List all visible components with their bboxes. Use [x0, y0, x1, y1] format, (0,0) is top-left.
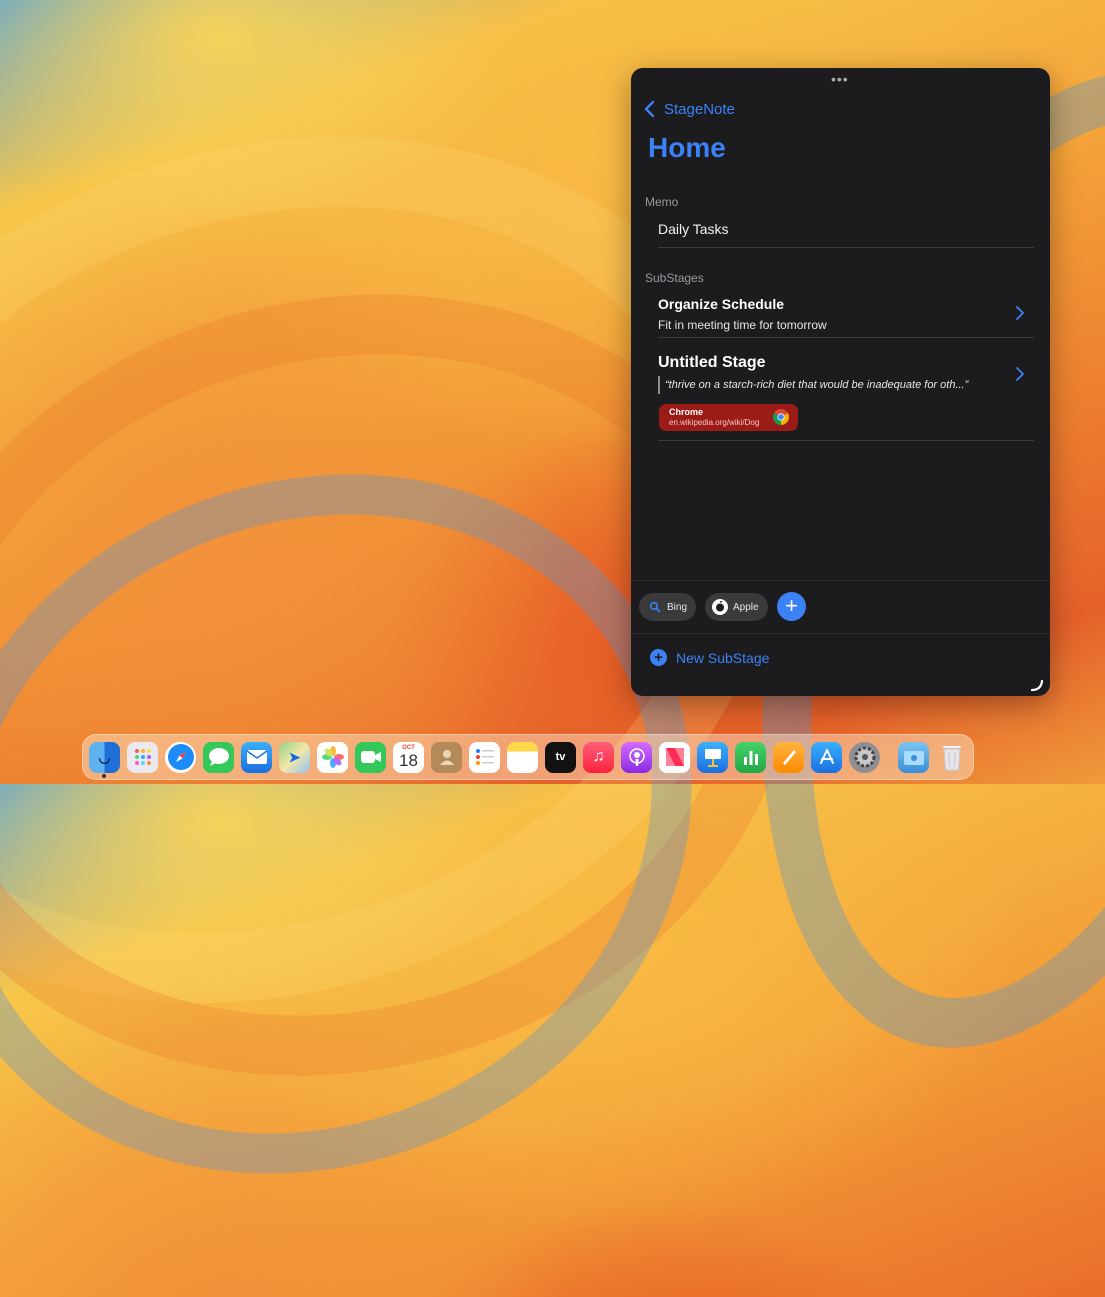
page-title: Home: [648, 132, 726, 163]
tv-icon[interactable]: tv: [545, 741, 576, 773]
chevron-right-icon: [1016, 367, 1024, 381]
memo-item[interactable]: Daily Tasks: [658, 221, 729, 237]
launchpad-icon[interactable]: [127, 741, 158, 773]
music-icon[interactable]: ♫: [583, 741, 614, 773]
substage-quote: “thrive on a starch-rich diet that would…: [658, 376, 968, 394]
divider: [658, 440, 1034, 441]
finder-icon[interactable]: ◡: [89, 741, 120, 778]
apple-icon: [712, 599, 728, 615]
notes-icon[interactable]: [507, 741, 538, 773]
downloads-folder-icon[interactable]: [898, 741, 929, 773]
add-bookmark-button[interactable]: +: [777, 592, 806, 621]
substage-title: Untitled Stage: [658, 354, 766, 371]
resize-handle-icon[interactable]: [1030, 678, 1044, 692]
new-substage-label: New SubStage: [676, 649, 770, 666]
calendar-day: 18: [399, 750, 418, 770]
memo-section-label: Memo: [645, 195, 679, 209]
contacts-icon[interactable]: [431, 741, 462, 773]
podcasts-icon[interactable]: [621, 741, 652, 773]
bookmark-label: Bing: [667, 601, 688, 613]
bookmark-apple[interactable]: Apple: [705, 593, 768, 621]
numbers-icon[interactable]: [735, 741, 766, 773]
mail-icon[interactable]: [241, 741, 272, 773]
news-icon[interactable]: [659, 741, 690, 773]
safari-icon[interactable]: [165, 741, 196, 773]
divider: [631, 633, 1050, 634]
search-icon: [649, 601, 661, 613]
divider: [631, 580, 1050, 581]
back-button[interactable]: StageNote: [641, 100, 735, 118]
plus-circle-icon: +: [650, 649, 667, 666]
trash-icon[interactable]: [936, 742, 967, 773]
photos-icon[interactable]: [317, 741, 348, 773]
substages-section-label: SubStages: [645, 271, 704, 285]
tv-label: tv: [555, 751, 566, 763]
maps-icon[interactable]: ➤: [279, 741, 310, 773]
running-indicator: [102, 773, 106, 778]
divider: [658, 247, 1034, 248]
substage-description: Fit in meeting time for tomorrow: [658, 318, 827, 332]
dock: ◡ ➤ OCT 18 tv ♫: [82, 734, 974, 780]
back-label: StageNote: [664, 100, 735, 118]
substage-title: Organize Schedule: [658, 296, 785, 312]
chevron-left-icon: [644, 100, 655, 118]
pages-icon[interactable]: [773, 741, 804, 773]
link-chip[interactable]: Chrome en.wikipedia.org/wiki/Dog: [659, 404, 798, 431]
multitasking-menu-icon[interactable]: •••: [831, 72, 849, 86]
chrome-icon: [773, 409, 789, 425]
divider: [658, 337, 1034, 338]
calendar-icon[interactable]: OCT 18: [393, 741, 424, 773]
messages-icon[interactable]: [203, 741, 234, 773]
new-substage-button[interactable]: + New SubStage: [650, 649, 769, 666]
link-url: en.wikipedia.org/wiki/Dog: [669, 418, 760, 427]
bookmark-bing[interactable]: Bing: [639, 593, 696, 621]
system-settings-icon[interactable]: [849, 741, 880, 773]
bookmark-label: Apple: [733, 601, 759, 613]
chevron-right-icon: [1016, 306, 1024, 320]
keynote-icon[interactable]: [697, 741, 728, 773]
link-app-name: Chrome: [669, 407, 704, 417]
facetime-icon[interactable]: [355, 741, 386, 773]
reminders-icon[interactable]: [469, 741, 500, 773]
app-store-icon[interactable]: [811, 741, 842, 773]
stagenote-window: ••• StageNote Home Memo Daily Tasks SubS…: [631, 68, 1050, 696]
